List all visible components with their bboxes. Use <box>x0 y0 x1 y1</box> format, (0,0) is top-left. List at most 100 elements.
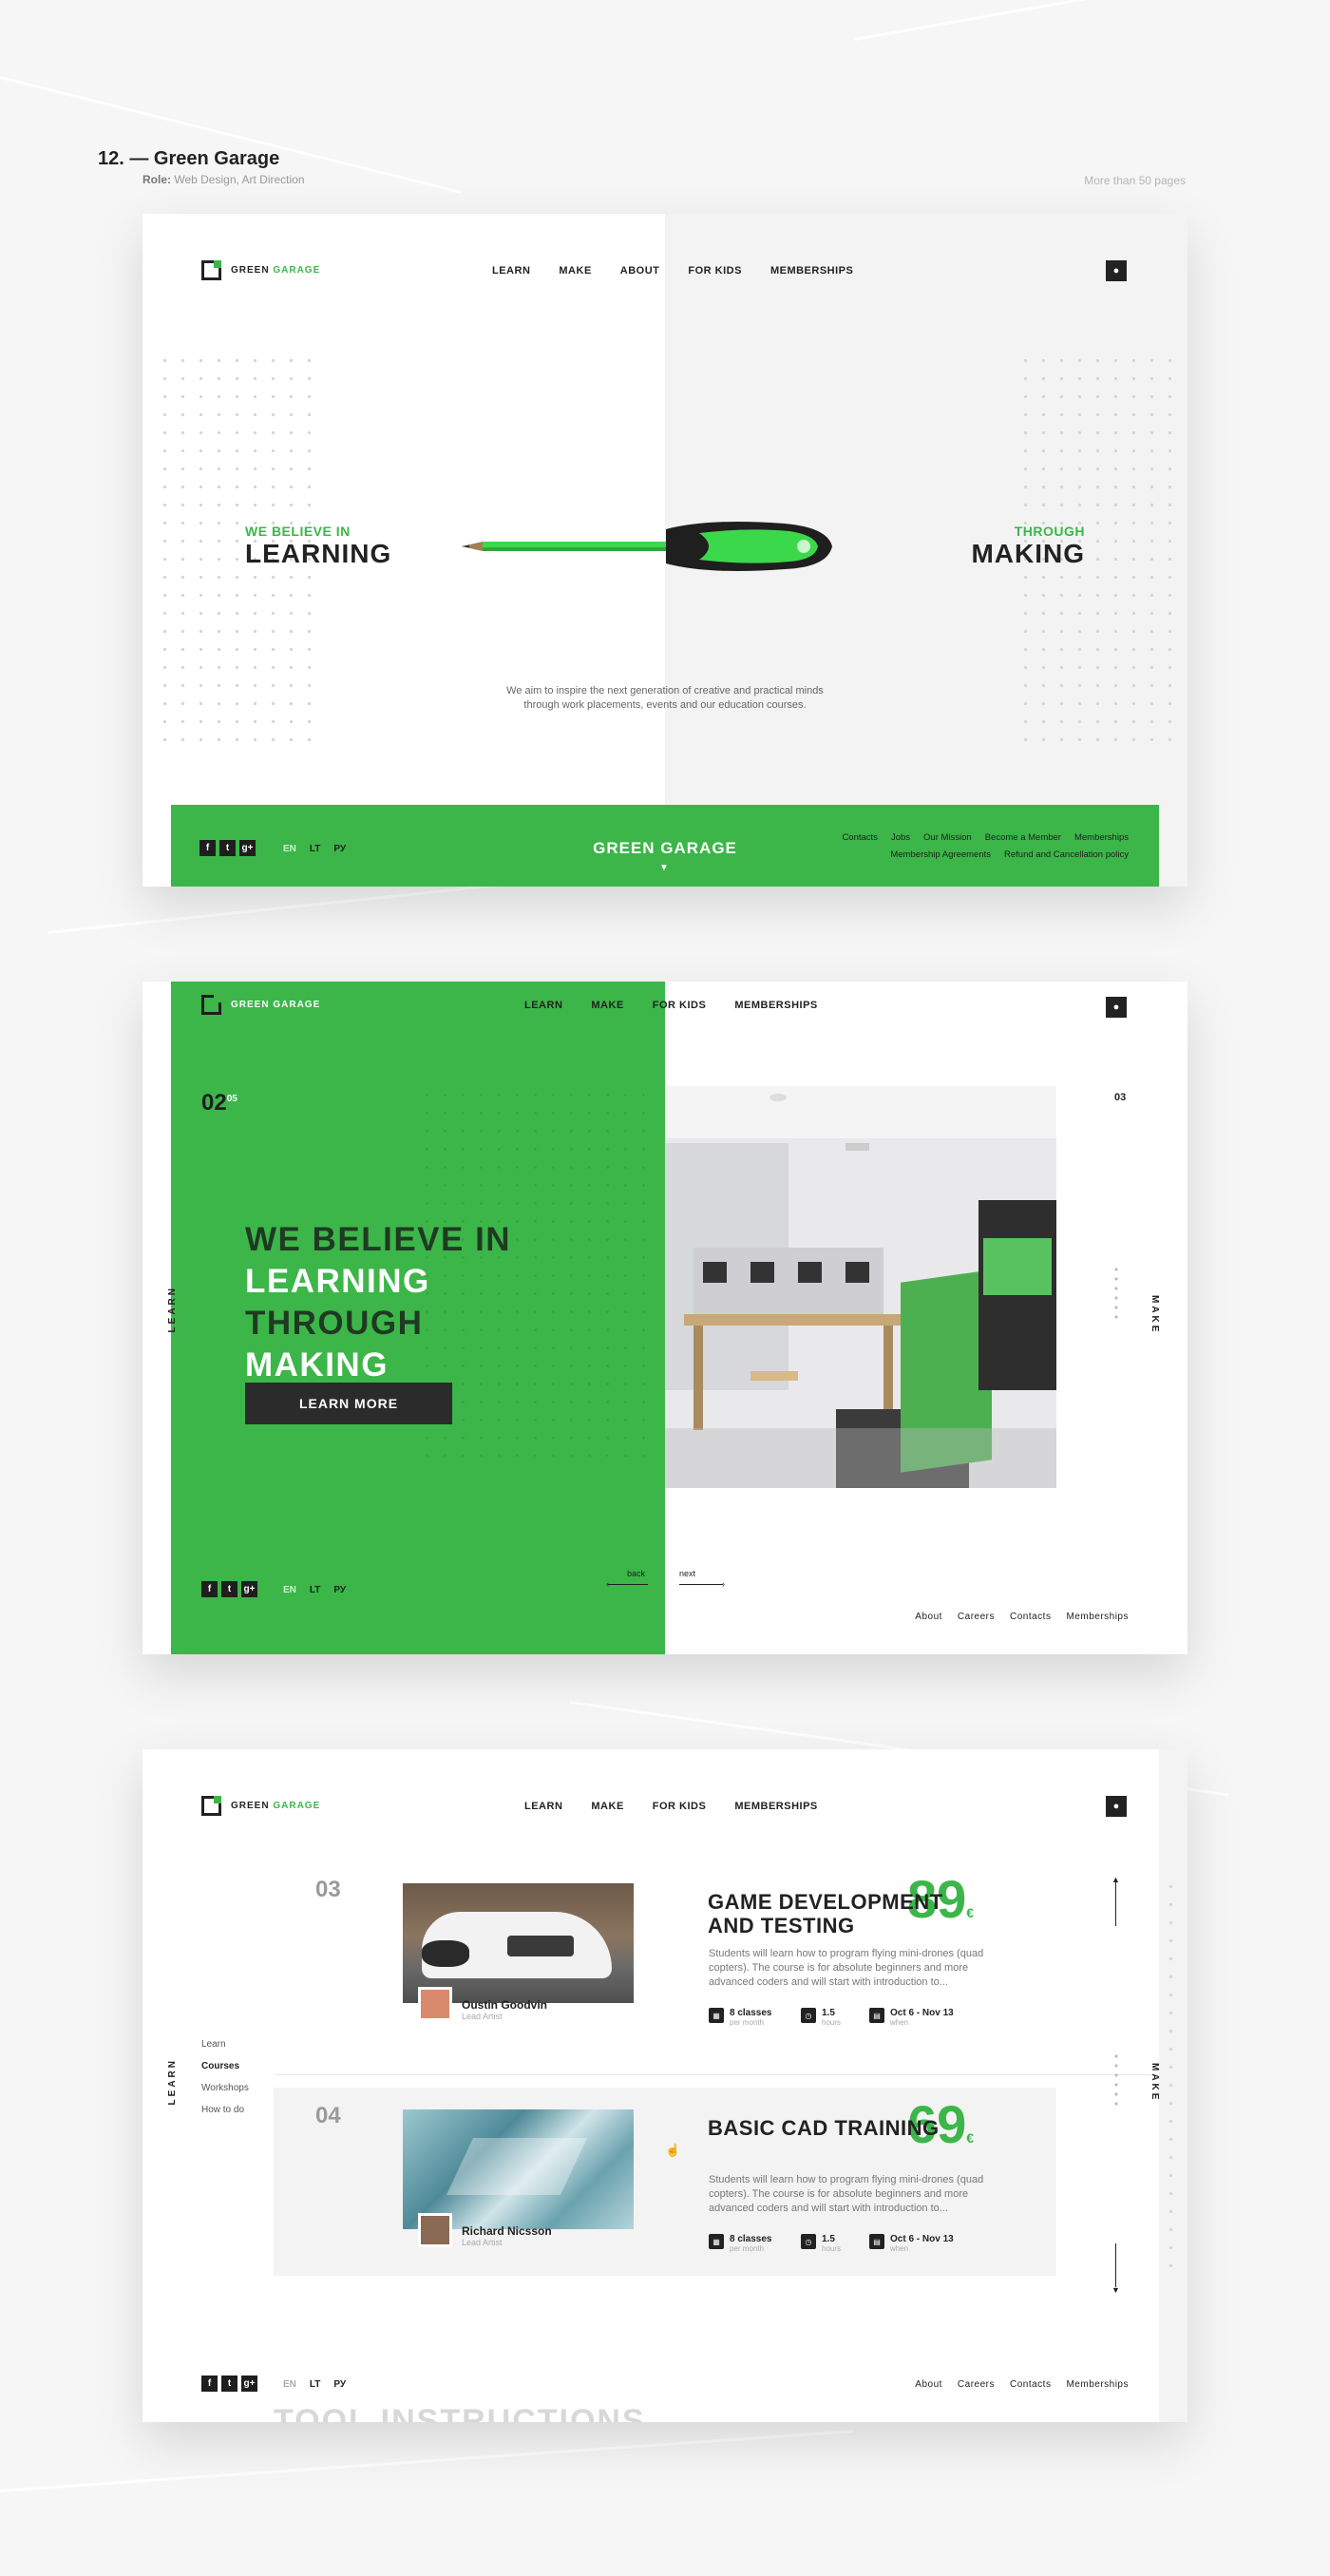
back-button[interactable]: back ‹ <box>606 1569 648 1589</box>
link-about[interactable]: About <box>915 1612 942 1622</box>
footer-links: About Careers Contacts Memberships <box>915 1612 1129 1622</box>
side-menu-courses[interactable]: Courses <box>201 2055 249 2077</box>
user-icon[interactable]: ● <box>1106 997 1127 1018</box>
hero-left-text: WE BELIEVE IN LEARNING <box>245 524 391 569</box>
course-number: 03 <box>315 1877 341 1902</box>
section-divider <box>276 2074 1159 2075</box>
twitter-icon[interactable]: t <box>221 1581 238 1597</box>
nav-for-kids[interactable]: FOR KIDS <box>688 265 742 277</box>
meta-hours: ◷ 1.5 hours <box>801 2008 841 2027</box>
link-about[interactable]: About <box>915 2379 942 2390</box>
nav-make[interactable]: MAKE <box>591 1801 623 1812</box>
link-membership-agreements[interactable]: Membership Agreements <box>890 849 991 860</box>
arrow-up-icon[interactable]: ▲ <box>1112 1875 1120 1926</box>
footer-links: Contacts Jobs Our Mission Become a Membe… <box>842 832 1129 867</box>
lang-lt[interactable]: LT <box>310 1585 320 1595</box>
nav-memberships[interactable]: MEMBERSHIPS <box>770 265 853 277</box>
learn-more-button[interactable]: LEARN MORE <box>245 1383 452 1424</box>
main-nav: LEARN MAKE FOR KIDS MEMBERSHIPS <box>524 1801 818 1812</box>
pointer-cursor-icon: ☝ <box>665 2143 681 2157</box>
google-plus-icon[interactable]: g+ <box>241 2376 257 2392</box>
project-title: 12. — Green Garage <box>98 148 280 169</box>
hero-right-text: THROUGH MAKING <box>971 524 1085 569</box>
hero-left-big: LEARNING <box>245 539 392 568</box>
lang-ru[interactable]: РУ <box>333 1585 346 1595</box>
side-menu-workshops[interactable]: Workshops <box>201 2077 249 2099</box>
logo-mark <box>201 260 221 280</box>
background-texture <box>0 2430 853 2492</box>
link-jobs[interactable]: Jobs <box>891 832 910 843</box>
dot-pattern <box>1162 1878 1185 2277</box>
course-description: Students will learn how to program flyin… <box>709 1948 984 1988</box>
nav-make[interactable]: MAKE <box>559 265 591 277</box>
side-label-make[interactable]: MAKE <box>1150 2063 1160 2102</box>
background-texture <box>854 0 1323 41</box>
side-label-learn[interactable]: LEARN <box>167 2058 178 2105</box>
next-button[interactable]: next › <box>679 1569 725 1589</box>
meta-dates: ▤ Oct 6 - Nov 13 when <box>869 2008 954 2027</box>
lang-en[interactable]: EN <box>283 1585 296 1595</box>
facebook-icon[interactable]: f <box>201 2376 218 2392</box>
nav-memberships[interactable]: MEMBERSHIPS <box>734 1801 817 1812</box>
avatar <box>418 2213 452 2247</box>
course-description: Students will learn how to program flyin… <box>709 2174 984 2214</box>
link-contacts[interactable]: Contacts <box>842 832 878 843</box>
scroll-dots[interactable] <box>1114 2051 1118 2109</box>
course-author: Richard Nicsson Lead Artist <box>418 2213 552 2247</box>
clock-icon: ◷ <box>801 2234 816 2249</box>
nav-about[interactable]: ABOUT <box>620 265 660 277</box>
course-image-cad <box>403 2109 634 2229</box>
course-title[interactable]: GAME DEVELOPMENT AND TESTING <box>708 1890 964 1937</box>
logo[interactable]: GREEN GARAGE <box>201 995 320 1015</box>
screen-courses: GREEN GARAGE LEARN MAKE FOR KIDS MEMBERS… <box>142 1749 1188 2422</box>
hero-right-small: THROUGH <box>1014 524 1085 539</box>
side-label-learn[interactable]: LEARN <box>167 1286 178 1332</box>
link-contacts[interactable]: Contacts <box>1010 2379 1051 2390</box>
lang-en[interactable]: EN <box>283 2379 296 2390</box>
link-our-mission[interactable]: Our Mission <box>923 832 972 843</box>
link-careers[interactable]: Careers <box>958 2379 995 2390</box>
side-menu-learn[interactable]: Learn <box>201 2033 249 2055</box>
nav-for-kids[interactable]: FOR KIDS <box>653 1000 707 1011</box>
lang-lt[interactable]: LT <box>310 2379 320 2390</box>
nav-make[interactable]: MAKE <box>591 1000 623 1011</box>
logo[interactable]: GREEN GARAGE <box>201 260 320 280</box>
chevron-down-icon[interactable]: ▼ <box>659 863 669 873</box>
arrow-left-icon: ‹ <box>606 1579 648 1589</box>
google-plus-icon[interactable]: g+ <box>241 1581 257 1597</box>
logo-mark <box>201 1796 221 1816</box>
classes-icon: ▦ <box>709 2234 724 2249</box>
nav-for-kids[interactable]: FOR KIDS <box>653 1801 707 1812</box>
nav-learn[interactable]: LEARN <box>492 265 530 277</box>
user-icon[interactable]: ● <box>1106 1796 1127 1817</box>
nav-learn[interactable]: LEARN <box>524 1000 562 1011</box>
hero-headline: WE BELIEVE IN LEARNING THROUGH MAKING <box>245 1221 512 1383</box>
arrow-down-icon[interactable]: ▼ <box>1112 2243 1120 2295</box>
logo[interactable]: GREEN GARAGE <box>201 1796 320 1816</box>
side-label-make[interactable]: MAKE <box>1150 1295 1160 1334</box>
next-slide-number: 03 <box>1114 1092 1127 1103</box>
link-memberships[interactable]: Memberships <box>1074 832 1129 843</box>
side-menu-how-to-do[interactable]: How to do <box>201 2099 249 2121</box>
nav-learn[interactable]: LEARN <box>524 1801 562 1812</box>
workshop-photo <box>665 1086 1056 1488</box>
lang-ru[interactable]: РУ <box>333 2379 346 2390</box>
slide-dots[interactable] <box>1114 1265 1118 1322</box>
link-become-member[interactable]: Become a Member <box>985 832 1061 843</box>
link-memberships[interactable]: Memberships <box>1066 1612 1129 1622</box>
link-contacts[interactable]: Contacts <box>1010 1612 1051 1622</box>
nav-memberships[interactable]: MEMBERSHIPS <box>734 1000 817 1011</box>
link-refund-policy[interactable]: Refund and Cancellation policy <box>1004 849 1129 860</box>
link-memberships[interactable]: Memberships <box>1066 2379 1129 2390</box>
screen-home: GREEN GARAGE LEARN MAKE ABOUT FOR KIDS M… <box>142 214 1188 887</box>
course-title[interactable]: BASIC CAD TRAINING <box>708 2116 993 2140</box>
facebook-icon[interactable]: f <box>201 1581 218 1597</box>
avatar <box>418 1987 452 2021</box>
language-switcher: EN LT РУ <box>283 1585 346 1595</box>
twitter-icon[interactable]: t <box>221 2376 238 2392</box>
social-links: f t g+ <box>201 1581 257 1597</box>
user-icon[interactable]: ● <box>1106 260 1127 281</box>
main-nav: LEARN MAKE ABOUT FOR KIDS MEMBERSHIPS <box>492 265 853 277</box>
link-careers[interactable]: Careers <box>958 1612 995 1622</box>
hero-left-small: WE BELIEVE IN <box>245 524 351 539</box>
